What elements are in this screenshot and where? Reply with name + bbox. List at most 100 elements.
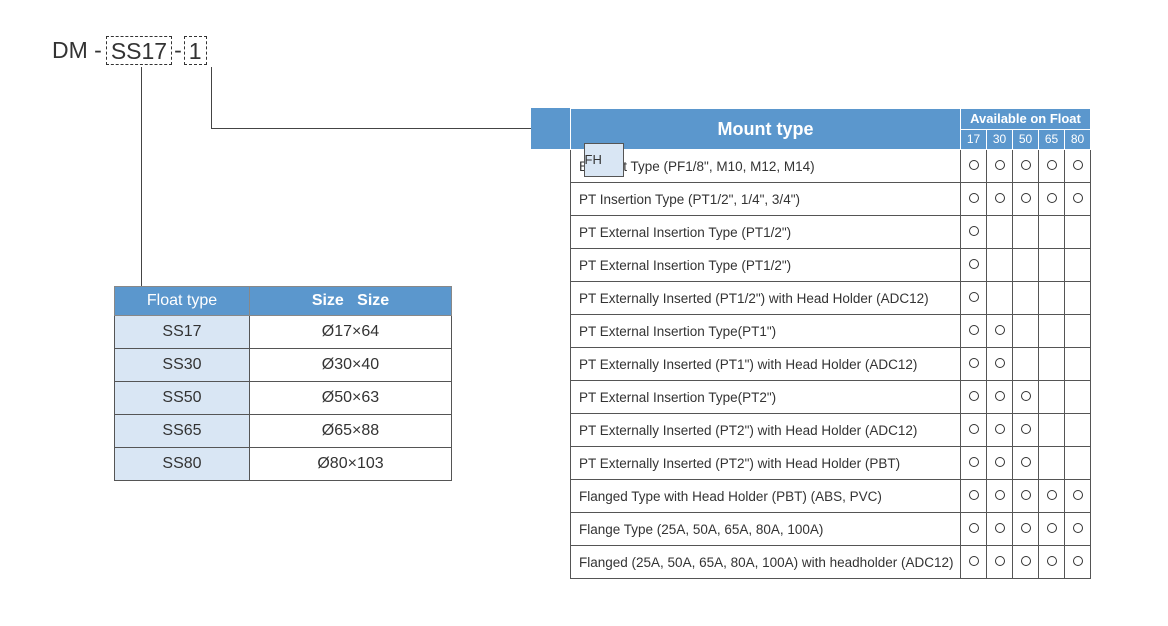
available-circle-icon bbox=[968, 391, 979, 401]
available-circle-icon bbox=[994, 523, 1005, 533]
availability-cell bbox=[1038, 545, 1065, 579]
mount-table-row: 5HPT Externally Inserted (PT2") with Hea… bbox=[532, 142, 1091, 480]
float-size-header-50: 50 bbox=[1012, 128, 1039, 150]
availability-cell bbox=[1012, 281, 1039, 315]
availability-cell bbox=[1038, 248, 1065, 282]
available-on-float-header: Available on Float bbox=[960, 108, 1091, 130]
mount-description-cell: Flanged (25A, 50A, 65A, 80A, 100A) with … bbox=[570, 545, 961, 579]
availability-cell bbox=[1064, 347, 1091, 381]
availability-cell bbox=[1064, 149, 1091, 183]
mount-table-row: 4PT External Insertion Type(PT2") bbox=[532, 142, 1091, 414]
availability-cell bbox=[1064, 248, 1091, 282]
available-circle-icon bbox=[1072, 490, 1083, 500]
availability-cell bbox=[1064, 512, 1091, 546]
mount-description-cell: PT Externally Inserted (PT2") with Head … bbox=[570, 413, 961, 447]
available-circle-icon bbox=[968, 325, 979, 335]
float-type-cell: SS50 bbox=[114, 381, 250, 415]
availability-cell bbox=[1064, 380, 1091, 414]
float-type-cell: SS65 bbox=[114, 414, 250, 448]
availability-cell bbox=[1012, 479, 1039, 513]
availability-cell bbox=[1064, 413, 1091, 447]
available-circle-icon bbox=[1072, 160, 1083, 170]
model-code: DM - SS17 - 1 bbox=[52, 34, 207, 66]
available-circle-icon bbox=[994, 358, 1005, 368]
available-circle-icon bbox=[1046, 523, 1057, 533]
mount-table-row: 2BHPT Externally Inserted (PT1/2") with … bbox=[532, 142, 1091, 315]
mount-description-cell: PT External Insertion Type (PT1/2") bbox=[570, 215, 961, 249]
availability-cell bbox=[1038, 479, 1065, 513]
mount-connector-vertical bbox=[211, 67, 212, 128]
float-table-row: SS80 Ø80×103 bbox=[114, 447, 452, 481]
float-size-header-17: 17 bbox=[960, 128, 987, 150]
mount-description-cell: PT External Insertion Type(PT1") bbox=[570, 314, 961, 348]
available-circle-icon bbox=[1020, 391, 1031, 401]
available-circle-icon bbox=[1046, 160, 1057, 170]
code-separator: - bbox=[174, 36, 182, 63]
mount-code-cell: FH bbox=[583, 142, 624, 177]
available-circle-icon bbox=[1020, 193, 1031, 203]
availability-cell bbox=[1012, 545, 1039, 579]
availability-cell bbox=[1038, 380, 1065, 414]
available-circle-icon bbox=[994, 193, 1005, 203]
availability-cell bbox=[1012, 248, 1039, 282]
mount-table-row: 2TPT External Insertion Type (PT1/2") bbox=[532, 142, 1091, 282]
availability-cell bbox=[1064, 446, 1091, 480]
availability-cell bbox=[1038, 215, 1065, 249]
availability-cell bbox=[960, 248, 987, 282]
mount-description-cell: PT Insertion Type (PT1/2", 1/4", 3/4") bbox=[570, 182, 961, 216]
availability-cell bbox=[1012, 512, 1039, 546]
mount-table-row: 3HPT Externally Inserted (PT1") with Hea… bbox=[532, 142, 1091, 381]
available-circle-icon bbox=[968, 424, 979, 434]
float-size-header-30: 30 bbox=[986, 128, 1013, 150]
availability-cell bbox=[1038, 149, 1065, 183]
mount-table-row: FFlange Type (25A, 50A, 65A, 80A, 100A) bbox=[532, 142, 1091, 546]
mount-connector-horizontal bbox=[211, 128, 531, 129]
availability-cell bbox=[1012, 182, 1039, 216]
availability-cell bbox=[1064, 281, 1091, 315]
float-size-header-65: 65 bbox=[1038, 128, 1065, 150]
mount-type-table: Mount type Available on Float 17 30 50 65 80… bbox=[531, 108, 1091, 579]
mount-description-cell: PT External Insertion Type(PT2") bbox=[570, 380, 961, 414]
availability-cell bbox=[1038, 512, 1065, 546]
availability-cell bbox=[986, 215, 1013, 249]
available-circle-icon bbox=[1020, 490, 1031, 500]
availability-cell bbox=[986, 248, 1013, 282]
availability-cell bbox=[986, 512, 1013, 546]
availability-cell bbox=[960, 347, 987, 381]
available-circle-icon bbox=[968, 259, 979, 269]
availability-cell bbox=[1012, 149, 1039, 183]
available-circle-icon bbox=[994, 160, 1005, 170]
mount-description-cell: Flanged Type with Head Holder (PBT) (ABS… bbox=[570, 479, 961, 513]
availability-cell bbox=[1064, 215, 1091, 249]
availability-cell bbox=[1038, 182, 1065, 216]
availability-cell bbox=[1012, 215, 1039, 249]
availability-cell bbox=[986, 347, 1013, 381]
availability-cell bbox=[1038, 314, 1065, 348]
float-size-cell: Ø30×40 bbox=[249, 348, 452, 382]
mount-table-row: FH Flanged (25A, 50A, 65A, 80A, 100A) wit… bbox=[532, 142, 1091, 579]
available-circle-icon bbox=[1020, 523, 1031, 533]
float-table-header: Float type Size Size bbox=[114, 286, 452, 316]
availability-cell bbox=[1038, 413, 1065, 447]
available-circle-icon bbox=[968, 556, 979, 566]
available-circle-icon bbox=[1020, 556, 1031, 566]
available-circle-icon bbox=[1046, 556, 1057, 566]
availability-cell bbox=[960, 182, 987, 216]
mount-table-row: 2APT Insertion Type (PT1/2", 1/4", 3/4") bbox=[532, 142, 1091, 216]
available-circle-icon bbox=[968, 193, 979, 203]
mount-table-row: 5FHFlanged Type with Head Holder (PBT) (… bbox=[532, 142, 1091, 513]
availability-cell bbox=[1012, 380, 1039, 414]
available-circle-icon bbox=[968, 523, 979, 533]
availability-cell bbox=[960, 479, 987, 513]
availability-cell bbox=[960, 446, 987, 480]
mount-description-cell: Bolt/Nut Type (PF1/8", M10, M12, M14) bbox=[570, 149, 961, 183]
float-table-row: SS30 Ø30×40 bbox=[114, 348, 452, 382]
mount-description-cell: PT Externally Inserted (PT1/2") with Hea… bbox=[570, 281, 961, 315]
availability-cell bbox=[960, 314, 987, 348]
available-circle-icon bbox=[968, 226, 979, 236]
available-circle-icon bbox=[994, 391, 1005, 401]
available-circle-icon bbox=[1020, 457, 1031, 467]
size-header: Size Size bbox=[249, 286, 452, 316]
available-circle-icon bbox=[994, 424, 1005, 434]
float-connector-line bbox=[141, 67, 142, 286]
